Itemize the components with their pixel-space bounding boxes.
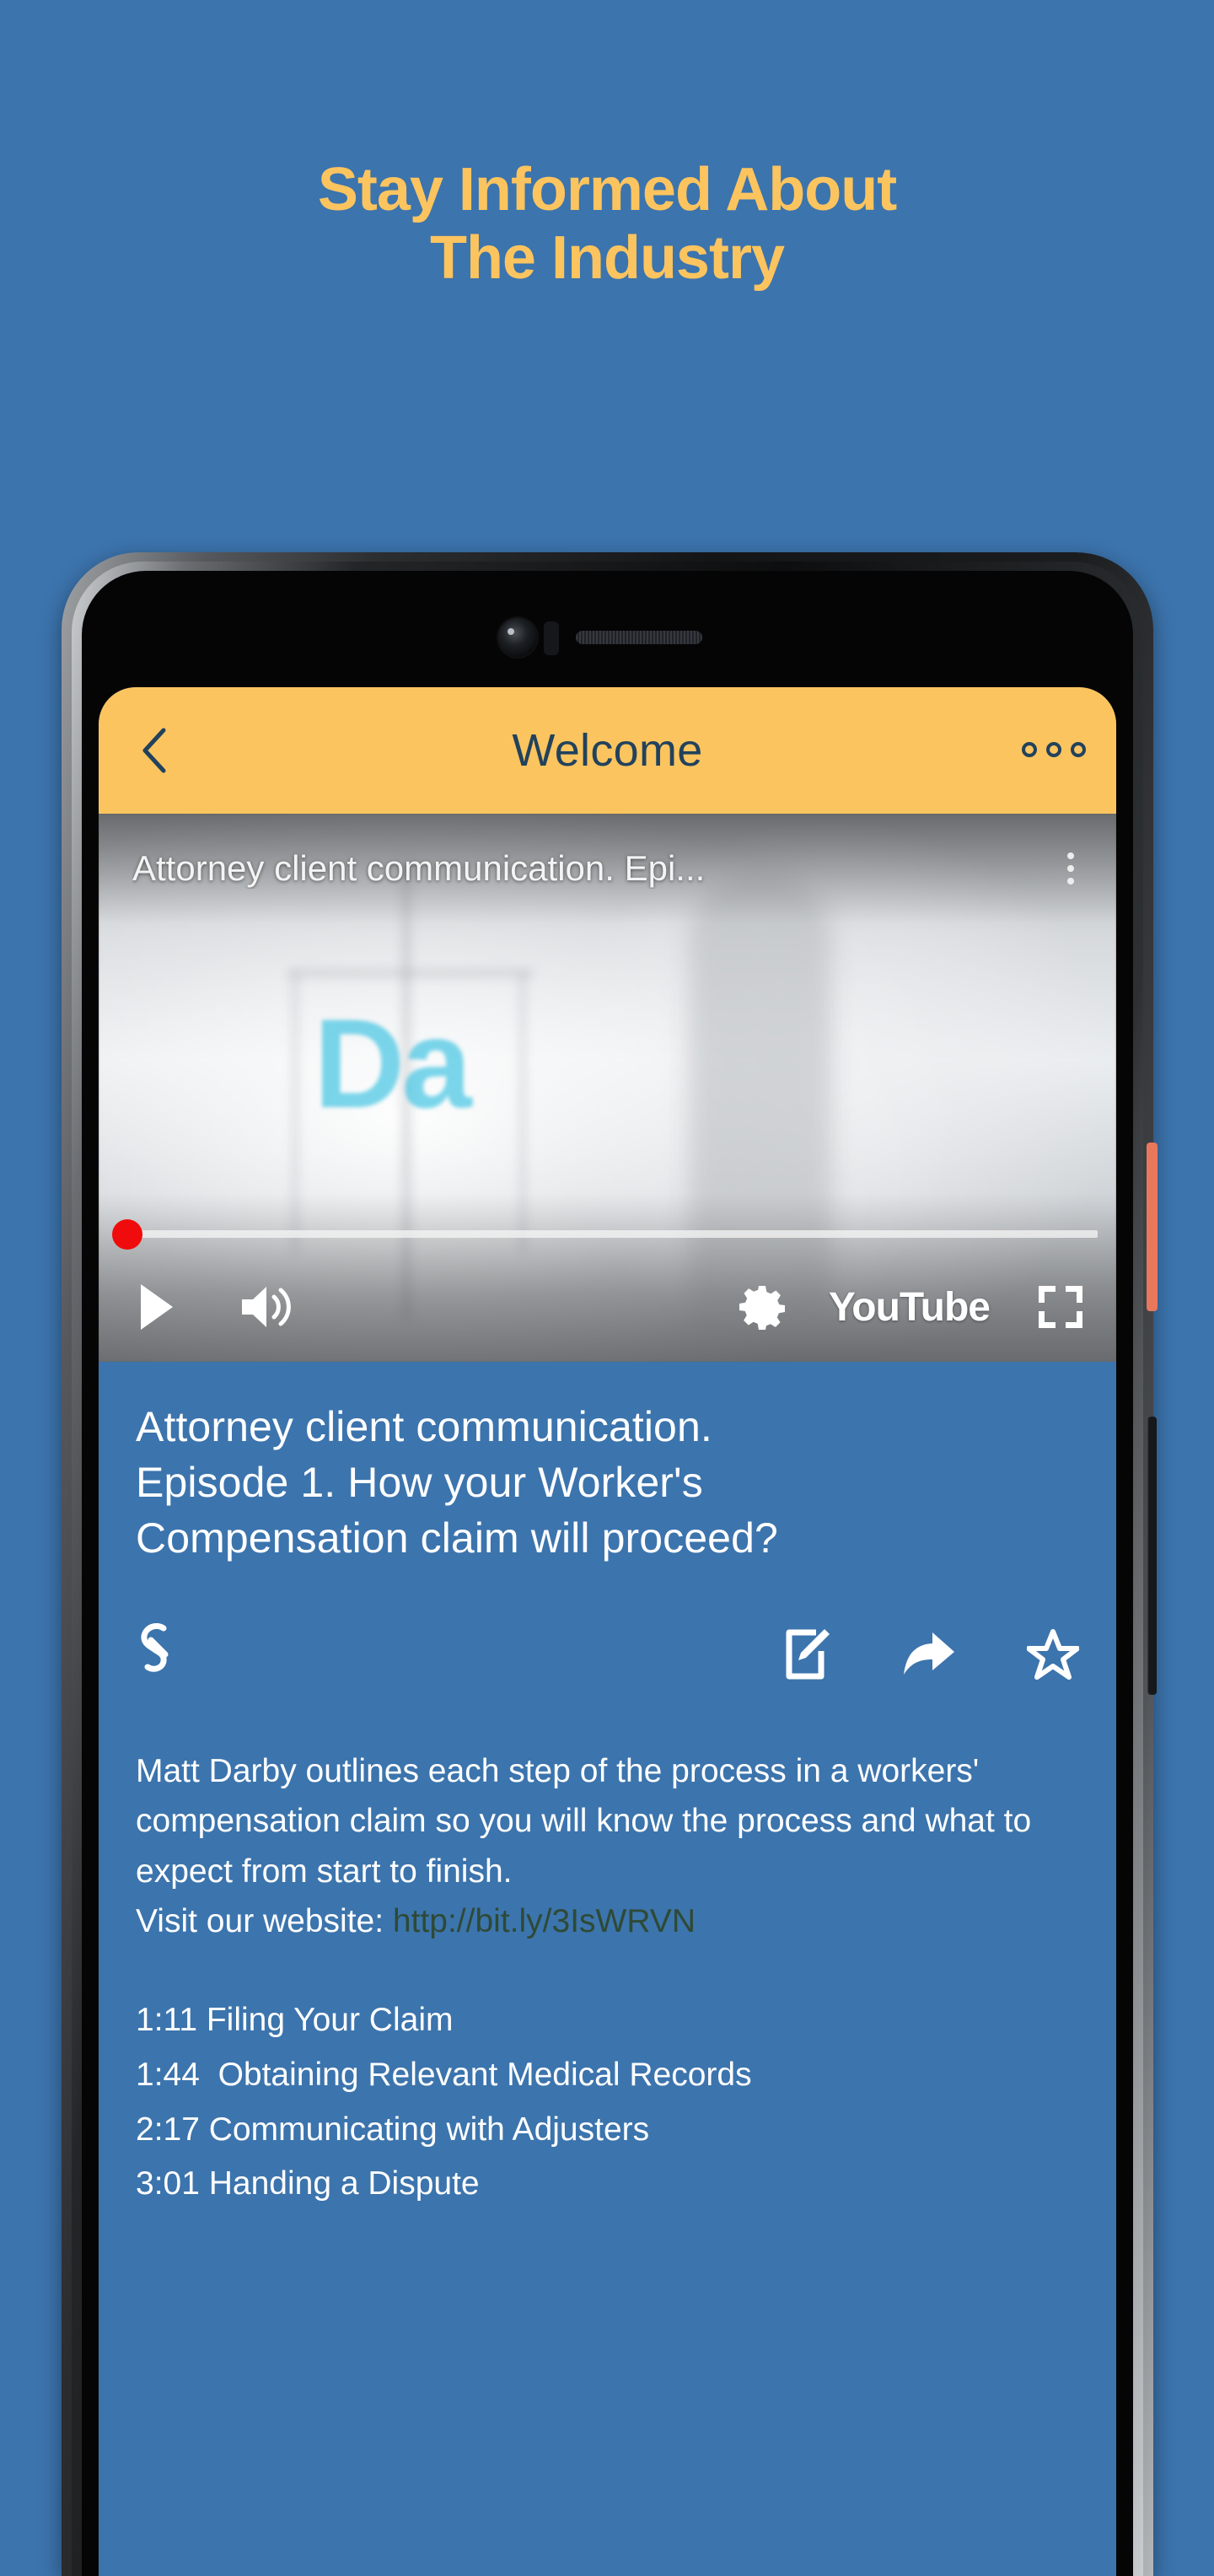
phone-mockup: Welcome Da Attorney client communication… [62, 552, 1158, 2576]
overflow-menu-icon [1022, 742, 1037, 757]
chapter-list: 1:11 Filing Your Claim 1:44 Obtaining Re… [136, 1993, 1079, 2212]
website-label: Visit our website: [136, 1902, 393, 1939]
vertical-dots-icon [1067, 878, 1074, 885]
video-description: Matt Darby outlines each step of the pro… [136, 1746, 1079, 1946]
link-icon [141, 1623, 169, 1672]
edit-icon [786, 1629, 830, 1680]
front-camera-icon [497, 618, 537, 657]
share-icon [904, 1632, 954, 1675]
scales-silhouette [288, 970, 533, 976]
volume-icon [242, 1287, 291, 1327]
proximity-sensor-icon [543, 621, 559, 655]
video-controls-bar: YouTube [99, 1193, 1116, 1362]
video-kebab-button[interactable] [1054, 842, 1088, 895]
video-player[interactable]: Da Attorney client communication. Epi... [99, 814, 1116, 1362]
edit-button[interactable] [782, 1626, 831, 1683]
fullscreen-button[interactable] [1037, 1284, 1084, 1330]
chapter-item[interactable]: 3:01 Handing a Dispute [136, 2157, 1079, 2212]
video-progress-bar[interactable] [112, 1218, 1098, 1250]
power-button[interactable] [1147, 1143, 1158, 1311]
play-icon [141, 1284, 173, 1330]
fullscreen-icon [1039, 1286, 1082, 1328]
gear-icon [739, 1286, 785, 1330]
phone-screen: Welcome Da Attorney client communication… [99, 687, 1116, 2576]
earpiece-speaker-icon [575, 631, 702, 644]
action-right-group [782, 1626, 1079, 1683]
share-button[interactable] [902, 1629, 956, 1680]
settings-button[interactable] [739, 1284, 785, 1330]
video-heading: Attorney client communication. Episode 1… [136, 1403, 778, 1562]
website-link[interactable]: http://bit.ly/3IsWRVN [393, 1903, 696, 1939]
favorite-button[interactable] [1027, 1628, 1079, 1681]
video-overlay-title: Attorney client communication. Epi... [132, 848, 706, 888]
star-icon [1027, 1629, 1079, 1680]
vertical-dots-icon [1067, 865, 1074, 872]
promo-headline: Stay Informed About The Industry [317, 156, 897, 293]
volume-rocker[interactable] [1147, 1417, 1157, 1695]
volume-button[interactable] [239, 1283, 291, 1331]
video-action-row [136, 1618, 1079, 1691]
website-line: Visit our website: http://bit.ly/3IsWRVN [136, 1896, 1079, 1946]
video-title-overlay: Attorney client communication. Epi... [99, 814, 1116, 923]
description-text: Matt Darby outlines each step of the pro… [136, 1753, 1032, 1890]
overflow-menu-icon [1071, 742, 1086, 757]
video-detail-content: Attorney client communication. Episode 1… [99, 1362, 1116, 2212]
overflow-menu-button[interactable] [1022, 742, 1086, 757]
app-header-bar: Welcome [99, 687, 1116, 814]
overflow-menu-icon [1046, 742, 1061, 757]
phone-sensor-area [62, 603, 1153, 679]
video-scrubber-handle[interactable] [112, 1218, 142, 1250]
chevron-left-icon [142, 728, 166, 773]
back-button[interactable] [132, 728, 176, 773]
video-watermark: Da [314, 992, 472, 1134]
vertical-dots-icon [1067, 852, 1074, 859]
chapter-item[interactable]: 1:44 Obtaining Relevant Medical Records [136, 2048, 1079, 2103]
video-control-row: YouTube [99, 1283, 1116, 1331]
youtube-logo[interactable]: YouTube [829, 1284, 991, 1331]
play-button[interactable] [136, 1283, 176, 1331]
chapter-item[interactable]: 2:17 Communicating with Adjusters [136, 2103, 1079, 2158]
link-button[interactable] [136, 1623, 180, 1686]
chapter-item[interactable]: 1:11 Filing Your Claim [136, 1993, 1079, 2048]
page-title: Welcome [512, 725, 703, 776]
